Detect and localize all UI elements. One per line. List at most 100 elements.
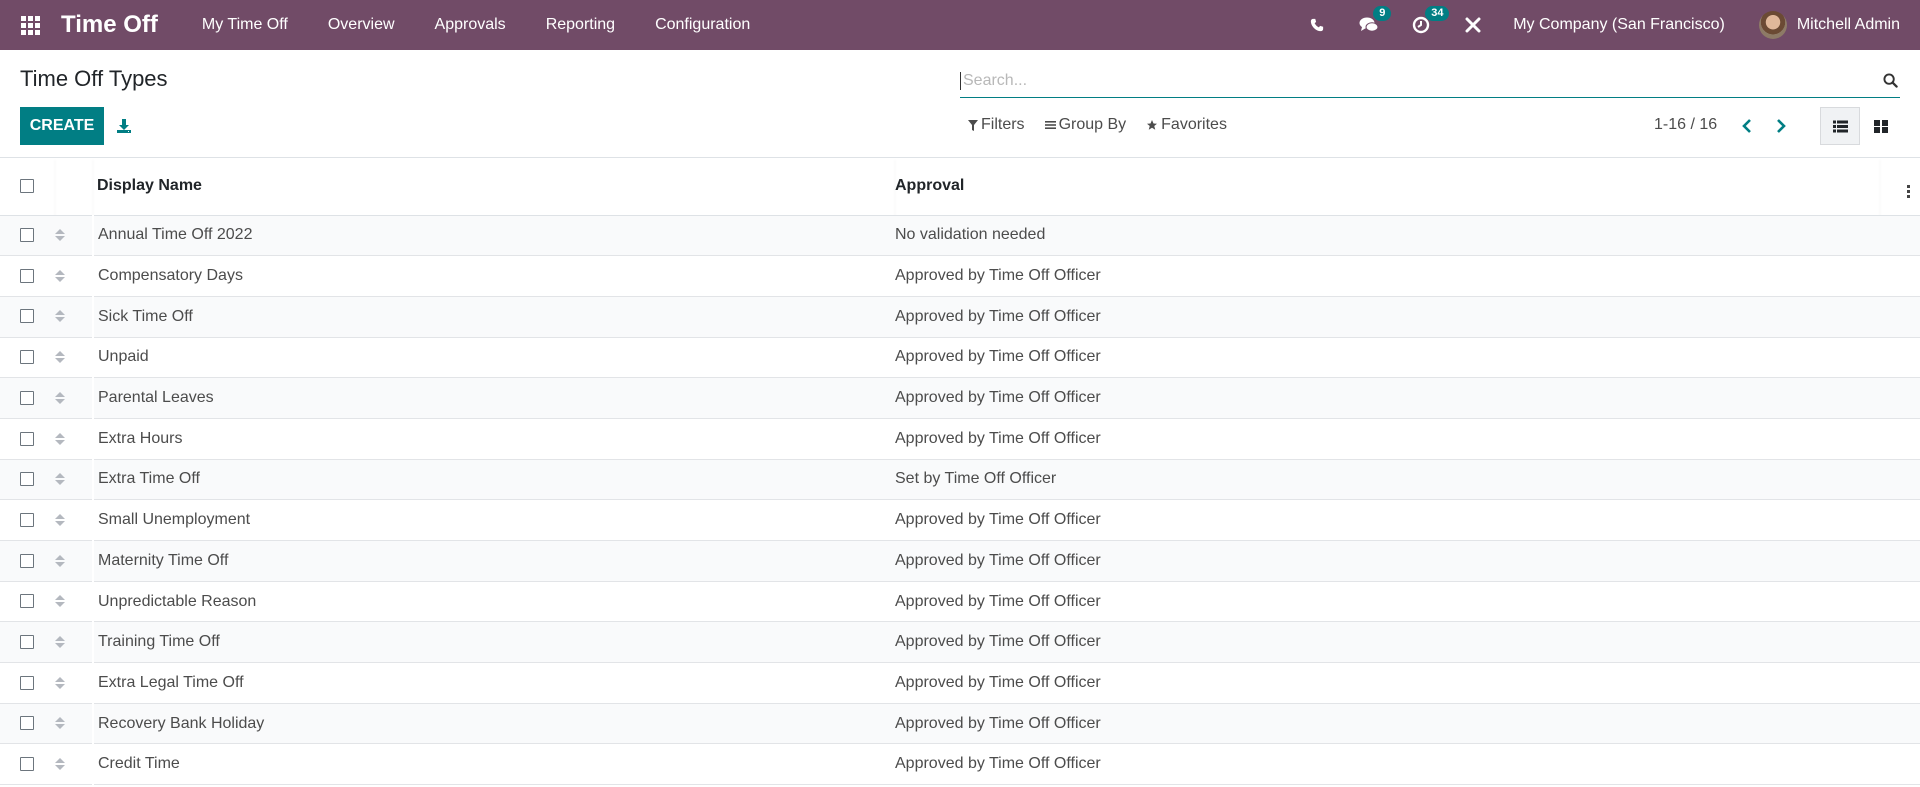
pager-value[interactable]: 1-16 / 16 — [1654, 116, 1717, 134]
table-row[interactable]: Sick Time Off Approved by Time Off Offic… — [0, 296, 1920, 338]
drag-handle-icon[interactable] — [55, 432, 65, 445]
kanban-view-icon — [1874, 119, 1888, 133]
drag-handle-icon[interactable] — [55, 595, 65, 608]
pager-next-button[interactable] — [1771, 116, 1791, 136]
row-checkbox[interactable] — [20, 390, 34, 405]
star-icon — [1147, 120, 1158, 130]
group-by-button[interactable]: Group By — [1044, 116, 1127, 134]
tools-icon[interactable] — [1447, 0, 1499, 50]
cell-approval: Approved by Time Off Officer — [895, 551, 1101, 569]
drag-handle-icon[interactable] — [55, 513, 65, 526]
user-name: Mitchell Admin — [1796, 16, 1900, 33]
row-checkbox[interactable] — [20, 512, 34, 527]
control-panel: Time Off Types CREATE Filters Group By F… — [0, 50, 1920, 158]
table-row[interactable]: Parental Leaves Approved by Time Off Off… — [0, 377, 1920, 419]
cell-display-name: Extra Time Off — [92, 459, 895, 500]
cell-approval: Approved by Time Off Officer — [895, 673, 1101, 691]
cell-display-name: Unpaid — [92, 337, 895, 378]
row-checkbox[interactable] — [20, 472, 34, 487]
menu-my-time-off[interactable]: My Time Off — [182, 0, 308, 50]
table-row[interactable]: Extra Hours Approved by Time Off Officer — [0, 418, 1920, 460]
select-all-checkbox[interactable] — [20, 179, 34, 194]
table-row[interactable]: Unpaid Approved by Time Off Officer — [0, 337, 1920, 378]
table-row[interactable]: Annual Time Off 2022 No validation neede… — [0, 215, 1920, 256]
search-icon[interactable] — [1880, 73, 1900, 88]
row-checkbox[interactable] — [20, 309, 34, 324]
avatar — [1758, 11, 1787, 39]
list-view-button[interactable] — [1820, 107, 1860, 145]
row-checkbox[interactable] — [20, 675, 34, 690]
cell-display-name: Unpredictable Reason — [92, 581, 895, 622]
row-checkbox[interactable] — [20, 594, 34, 609]
search-input[interactable] — [960, 71, 1880, 90]
cell-display-name: Recovery Bank Holiday — [92, 703, 895, 744]
chevron-right-icon — [1777, 119, 1786, 133]
drag-handle-icon[interactable] — [55, 758, 65, 771]
cell-approval: Approved by Time Off Officer — [895, 389, 1101, 407]
cell-approval: Approved by Time Off Officer — [895, 307, 1101, 325]
filters-button[interactable]: Filters — [968, 116, 1025, 134]
row-checkbox[interactable] — [20, 228, 34, 243]
table-row[interactable]: Small Unemployment Approved by Time Off … — [0, 499, 1920, 541]
favorites-button[interactable]: Favorites — [1146, 116, 1227, 134]
messages-badge: 9 — [1373, 6, 1392, 21]
create-button[interactable]: CREATE — [20, 107, 104, 145]
table-row[interactable]: Extra Time Off Set by Time Off Officer — [0, 459, 1920, 500]
main-menu: My Time Off Overview Approvals Reporting… — [182, 0, 770, 50]
top-navbar: Time Off My Time Off Overview Approvals … — [0, 0, 1920, 50]
table-row[interactable]: Training Time Off Approved by Time Off O… — [0, 621, 1920, 663]
drag-handle-icon[interactable] — [55, 554, 65, 567]
group-by-label: Group By — [1058, 116, 1127, 133]
row-checkbox[interactable] — [20, 268, 34, 283]
row-checkbox[interactable] — [20, 634, 34, 649]
drag-handle-icon[interactable] — [55, 676, 65, 689]
kebab-menu-icon — [1907, 184, 1910, 198]
cell-display-name: Small Unemployment — [92, 499, 895, 541]
drag-handle-icon[interactable] — [55, 391, 65, 404]
chevron-left-icon — [1742, 119, 1751, 133]
drag-handle-icon[interactable] — [55, 229, 65, 242]
table-row[interactable]: Recovery Bank Holiday Approved by Time O… — [0, 703, 1920, 744]
company-switcher[interactable]: My Company (San Francisco) — [1499, 16, 1759, 34]
row-checkbox[interactable] — [20, 553, 34, 568]
menu-overview[interactable]: Overview — [308, 0, 415, 50]
cell-approval: Approved by Time Off Officer — [895, 511, 1101, 529]
drag-handle-icon[interactable] — [55, 269, 65, 282]
pager-previous-button[interactable] — [1737, 116, 1757, 136]
systray: 9 34 My Company (San Francisco) Mitchell… — [1291, 0, 1920, 50]
row-checkbox[interactable] — [20, 431, 34, 446]
cell-approval: Approved by Time Off Officer — [895, 267, 1101, 285]
drag-handle-icon[interactable] — [55, 351, 65, 364]
row-checkbox[interactable] — [20, 757, 34, 772]
cell-display-name: Maternity Time Off — [92, 540, 895, 582]
phone-icon[interactable] — [1291, 0, 1343, 50]
app-title[interactable]: Time Off — [61, 11, 182, 39]
table-row[interactable]: Compensatory Days Approved by Time Off O… — [0, 255, 1920, 297]
chat-icon[interactable]: 9 — [1343, 0, 1395, 50]
table-row[interactable]: Extra Legal Time Off Approved by Time Of… — [0, 662, 1920, 704]
download-icon[interactable] — [114, 112, 134, 140]
drag-handle-icon[interactable] — [55, 717, 65, 730]
table-row[interactable]: Maternity Time Off Approved by Time Off … — [0, 540, 1920, 582]
user-menu[interactable]: Mitchell Admin — [1758, 11, 1920, 39]
cell-display-name: Credit Time — [92, 743, 895, 785]
table-row[interactable]: Credit Time Approved by Time Off Officer — [0, 743, 1920, 785]
cell-approval: No validation needed — [895, 226, 1046, 244]
table-row[interactable]: Unpredictable Reason Approved by Time Of… — [0, 581, 1920, 622]
row-checkbox[interactable] — [20, 350, 34, 365]
row-checkbox[interactable] — [20, 716, 34, 731]
menu-reporting[interactable]: Reporting — [526, 0, 635, 50]
apps-grid-icon[interactable] — [0, 0, 60, 50]
menu-approvals[interactable]: Approvals — [415, 0, 526, 50]
drag-handle-icon[interactable] — [55, 310, 65, 323]
clock-icon[interactable]: 34 — [1395, 0, 1450, 50]
drag-handle-icon[interactable] — [55, 635, 65, 648]
column-header-display-name[interactable]: Display Name — [93, 158, 895, 216]
kanban-view-button[interactable] — [1861, 107, 1901, 145]
optional-columns-toggle[interactable] — [1880, 158, 1920, 216]
menu-configuration[interactable]: Configuration — [635, 0, 770, 50]
column-header-approval[interactable]: Approval — [895, 158, 1880, 216]
cell-approval: Set by Time Off Officer — [895, 470, 1057, 488]
search-bar — [960, 64, 1900, 98]
drag-handle-icon[interactable] — [55, 473, 65, 486]
